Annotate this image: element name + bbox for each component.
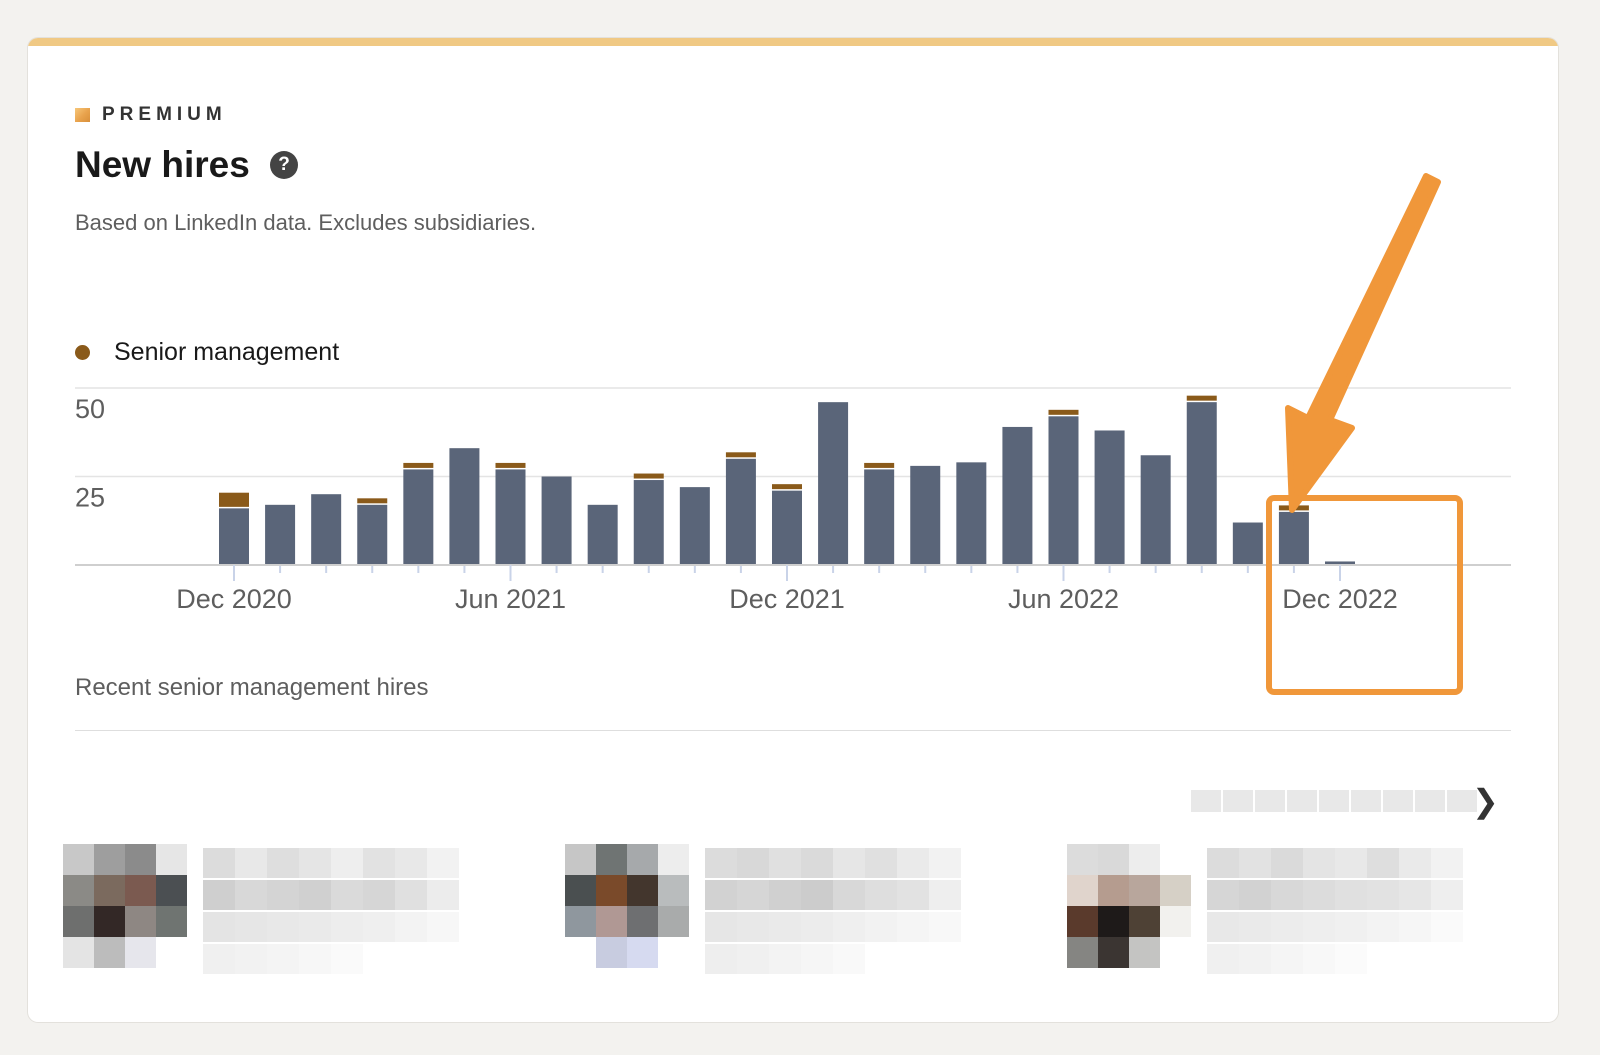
- hire-details-blurred: [705, 844, 961, 976]
- bar-new-hires: [495, 469, 526, 565]
- bar-new-hires: [1232, 522, 1263, 565]
- bar-new-hires: [772, 490, 802, 565]
- bar-senior-management: [864, 462, 895, 468]
- bar-new-hires: [1186, 402, 1217, 565]
- avatar: [1067, 844, 1191, 976]
- recent-hires-title: Recent senior management hires: [75, 674, 429, 701]
- x-tick-label: Dec 2020: [176, 584, 292, 614]
- hire-details-blurred: [203, 844, 459, 976]
- bar-senior-management: [403, 462, 434, 468]
- new-hires-card: PREMIUM New hires ? Based on LinkedIn da…: [28, 38, 1558, 1022]
- divider: [75, 730, 1511, 731]
- hire-card[interactable]: [1067, 844, 1463, 976]
- bar-senior-management: [1186, 395, 1217, 401]
- carousel-next-button[interactable]: ❯: [1472, 782, 1499, 820]
- bar-new-hires: [311, 494, 342, 565]
- bar-new-hires: [219, 508, 249, 565]
- avatar: [63, 844, 187, 976]
- bar-new-hires: [357, 504, 388, 565]
- bar-new-hires: [864, 469, 895, 565]
- bar-new-hires: [679, 487, 710, 565]
- bar-new-hires: [587, 504, 618, 565]
- bar-new-hires: [449, 448, 480, 565]
- bar-new-hires: [956, 462, 987, 565]
- bar-new-hires: [1002, 426, 1033, 565]
- bar-new-hires: [725, 458, 756, 565]
- hire-details-blurred: [1207, 844, 1463, 976]
- bar-new-hires: [1094, 430, 1125, 565]
- bar-senior-management: [357, 498, 388, 504]
- bar-senior-management: [219, 492, 249, 507]
- hire-card[interactable]: [63, 844, 459, 976]
- bar-senior-management: [633, 473, 664, 479]
- bar-senior-management: [725, 452, 756, 458]
- y-tick-label: 25: [75, 483, 105, 513]
- x-tick-label: Jun 2022: [1008, 584, 1119, 614]
- bar-new-hires: [1140, 455, 1171, 565]
- bar-new-hires: [541, 476, 572, 565]
- bar-senior-management: [1048, 409, 1079, 415]
- bar-new-hires: [910, 465, 941, 565]
- y-tick-label: 50: [75, 394, 105, 424]
- bar-senior-management: [495, 462, 526, 468]
- x-tick-label: Dec 2021: [729, 584, 845, 614]
- bar-new-hires: [265, 504, 296, 565]
- avatar: [565, 844, 689, 976]
- x-tick-label: Jun 2021: [455, 584, 566, 614]
- annotation-highlight-box: [1266, 495, 1463, 695]
- bar-new-hires: [818, 402, 849, 565]
- bar-new-hires: [403, 469, 434, 565]
- carousel-pager: [1191, 790, 1479, 812]
- bar-new-hires: [633, 480, 664, 565]
- hire-card[interactable]: [565, 844, 961, 976]
- bar-senior-management: [772, 484, 802, 490]
- bar-new-hires: [1048, 416, 1079, 565]
